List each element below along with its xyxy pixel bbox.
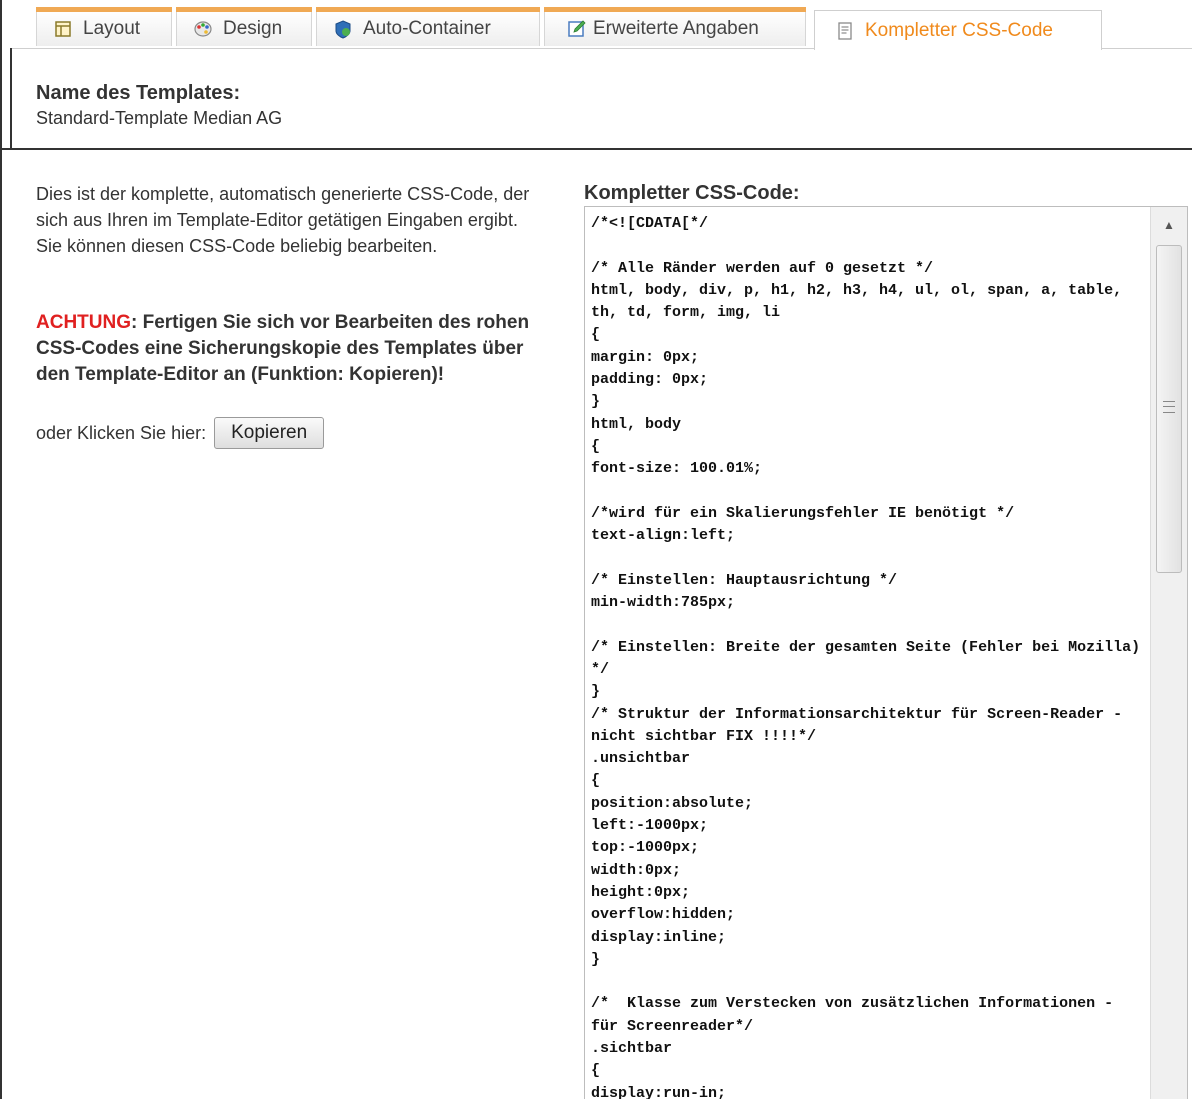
page-border-left (0, 0, 2, 1099)
edit-icon (568, 19, 586, 37)
section-divider (0, 148, 1192, 150)
copy-button[interactable]: Kopieren (214, 417, 325, 449)
template-name-label: Name des Templates: (36, 82, 241, 104)
scroll-up-icon[interactable]: ▲ (1151, 207, 1187, 243)
tab-label: Kompletter CSS-Code (865, 19, 1053, 41)
copy-row: oder Klicken Sie hier: Kopieren (36, 417, 325, 449)
tab-bar: Layout Design Auto-Container Erweiterte … (0, 0, 1192, 50)
tab-erweiterte-angaben[interactable]: Erweiterte Angaben (544, 7, 806, 46)
section-border-left (10, 48, 12, 149)
copy-prompt: oder Klicken Sie hier: (36, 422, 207, 443)
document-icon (838, 21, 852, 40)
description-text: Dies ist der komplette, automatisch gene… (36, 184, 530, 256)
grip-icon (1163, 401, 1175, 413)
warning-text: ACHTUNG: Fertigen Sie sich vor Bearbeite… (36, 310, 546, 388)
layout-icon (55, 20, 71, 37)
tab-label: Erweiterte Angaben (593, 17, 759, 39)
warning-label: ACHTUNG (36, 312, 131, 333)
tab-label: Layout (83, 17, 141, 39)
tab-design[interactable]: Design (176, 7, 312, 46)
css-code-textarea[interactable]: /*<![CDATA[*/ /* Alle Ränder werden auf … (584, 206, 1188, 1099)
template-name-value: Standard-Template Median AG (36, 108, 283, 128)
palette-icon (194, 20, 212, 37)
tab-layout[interactable]: Layout (36, 7, 172, 46)
tab-auto-container[interactable]: Auto-Container (316, 7, 540, 46)
vertical-scrollbar[interactable]: ▲ (1150, 207, 1187, 1099)
css-code-content[interactable]: /*<![CDATA[*/ /* Alle Ränder werden auf … (591, 213, 1147, 1099)
tab-kompletter-css-code[interactable]: Kompletter CSS-Code (814, 10, 1102, 50)
container-icon (335, 19, 351, 39)
tab-label: Auto-Container (363, 17, 491, 39)
code-editor-label: Kompletter CSS-Code: (584, 182, 800, 204)
tab-label: Design (223, 17, 283, 39)
scrollbar-thumb[interactable] (1156, 245, 1182, 573)
